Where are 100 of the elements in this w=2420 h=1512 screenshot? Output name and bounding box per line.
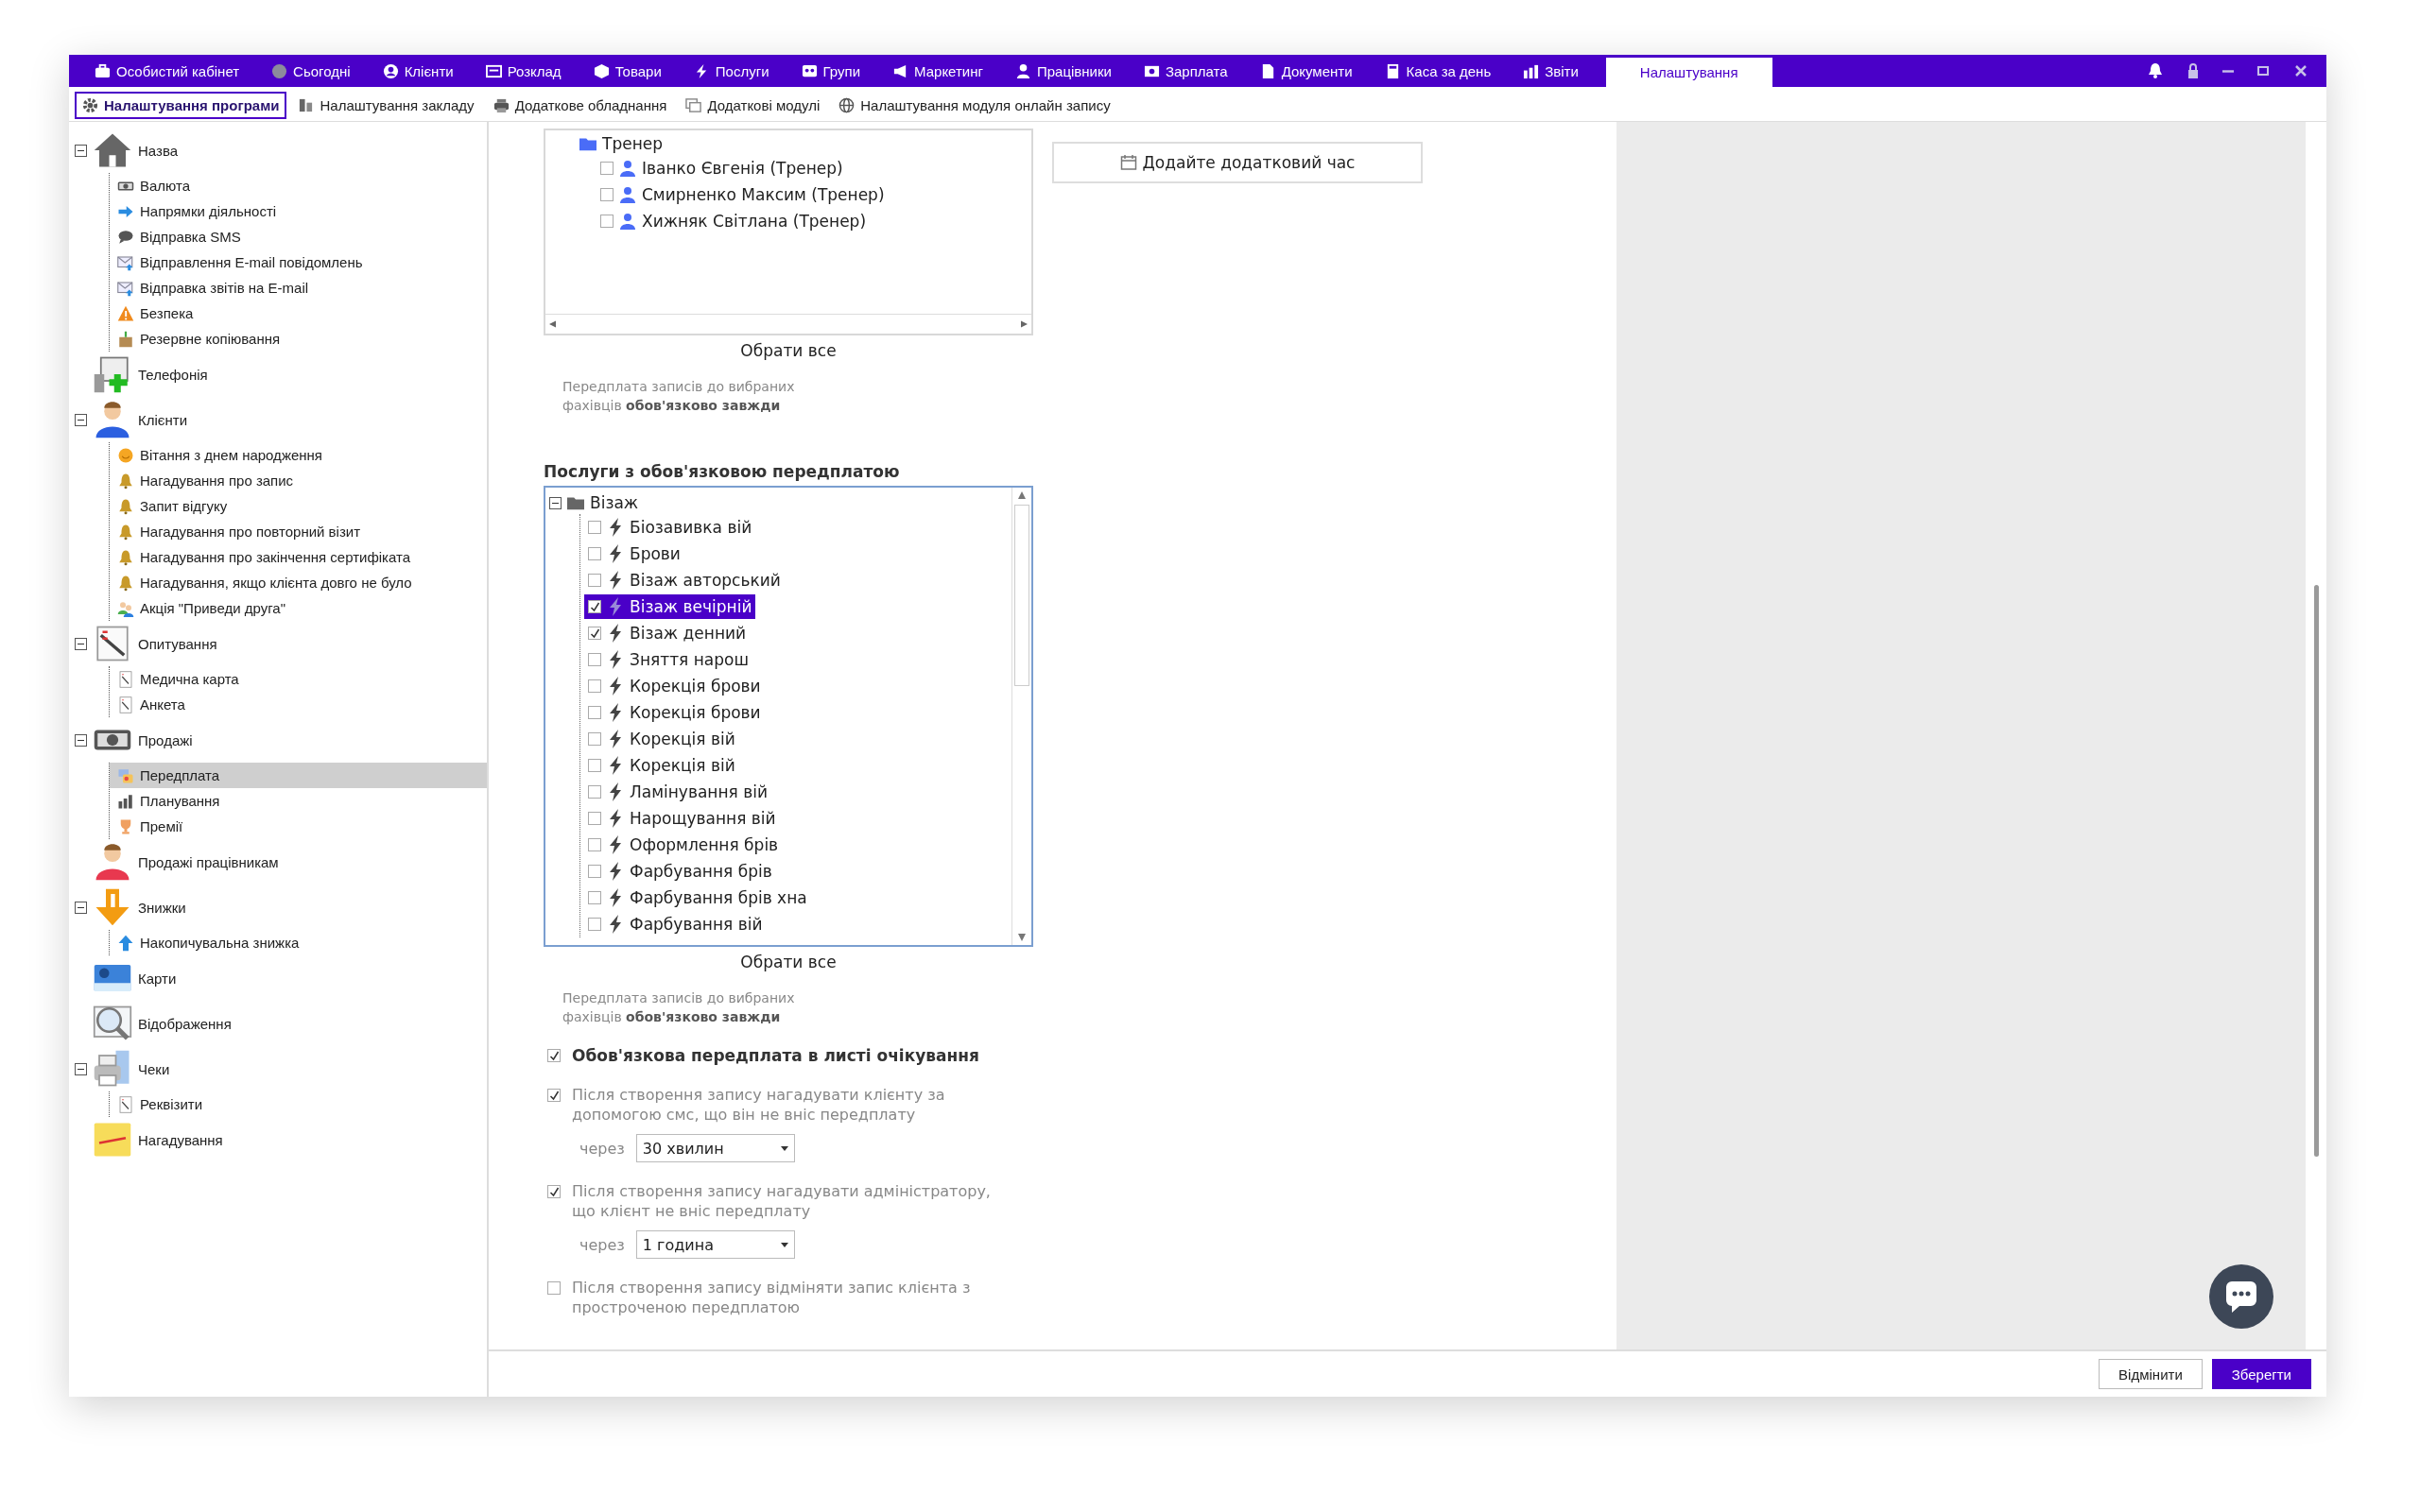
- checkbox[interactable]: [588, 891, 601, 904]
- tree-item[interactable]: Відправлення E-mail повідомлень: [110, 249, 487, 275]
- tree-item[interactable]: Нагадування, якщо клієнта довго не було: [110, 570, 487, 595]
- service-item[interactable]: Зняття нарош: [584, 647, 752, 672]
- tree-item[interactable]: Напрямки діяльності: [110, 198, 487, 224]
- tree-item[interactable]: Клієнти: [69, 397, 487, 442]
- checkbox[interactable]: [588, 759, 601, 772]
- tree-item[interactable]: Знижки: [69, 885, 487, 930]
- nav-tab[interactable]: Каса за день: [1368, 55, 1508, 87]
- checkbox[interactable]: [600, 162, 614, 175]
- checkbox[interactable]: [547, 1049, 561, 1062]
- cancel-button[interactable]: Відмінити: [2099, 1359, 2203, 1389]
- checkbox[interactable]: [588, 732, 601, 746]
- checkbox[interactable]: [547, 1089, 561, 1102]
- tree-item[interactable]: Телефонія: [69, 352, 487, 397]
- collapse-toggle[interactable]: [75, 413, 87, 426]
- nav-tab[interactable]: Маркетинг: [876, 55, 999, 87]
- vertical-scrollbar[interactable]: [1011, 488, 1031, 945]
- service-item[interactable]: Корекція вій: [584, 727, 739, 751]
- nav-tab[interactable]: Звіти: [1507, 55, 1595, 87]
- tree-item[interactable]: Назва: [69, 128, 487, 173]
- tree-item[interactable]: Відправка звітів на E-mail: [110, 275, 487, 301]
- checkbox[interactable]: [547, 1185, 561, 1198]
- service-item[interactable]: Візаж вечірній: [584, 594, 756, 619]
- checkbox[interactable]: [588, 785, 601, 799]
- tree-item[interactable]: Анкета: [110, 692, 487, 717]
- checkbox[interactable]: [588, 521, 601, 534]
- service-item[interactable]: Брови: [584, 541, 684, 566]
- tree-item[interactable]: Безпека: [110, 301, 487, 326]
- select-all-link[interactable]: Обрати все: [544, 341, 1033, 360]
- settings-tab[interactable]: Додаткові модулі: [678, 91, 828, 119]
- delay-dropdown[interactable]: 30 хвилин: [635, 1134, 795, 1162]
- checkbox[interactable]: [588, 679, 601, 693]
- tree-item[interactable]: Продажі працівникам: [69, 839, 487, 885]
- checkbox[interactable]: [588, 918, 601, 931]
- settings-tab[interactable]: Додаткове обладнання: [485, 91, 675, 119]
- checkbox[interactable]: [588, 838, 601, 851]
- checkbox[interactable]: [588, 812, 601, 825]
- nav-tab[interactable]: Зарплата: [1127, 55, 1244, 87]
- checkbox[interactable]: [588, 653, 601, 666]
- tree-item[interactable]: Карти: [69, 955, 487, 1001]
- nav-tab[interactable]: Клієнти: [366, 55, 470, 87]
- nav-tab[interactable]: Послуги: [677, 55, 786, 87]
- tree-item[interactable]: Медична карта: [110, 666, 487, 692]
- scrollbar-thumb[interactable]: [2313, 585, 2319, 1157]
- tree-item[interactable]: Резервне копіювання: [110, 326, 487, 352]
- chat-icon[interactable]: [2209, 1264, 2273, 1329]
- tree-item[interactable]: Премії: [110, 814, 487, 839]
- tree-item[interactable]: Відправка SMS: [110, 224, 487, 249]
- service-item[interactable]: Фарбування вій: [584, 912, 767, 936]
- tree-item[interactable]: Чеки: [69, 1046, 487, 1091]
- collapse-toggle[interactable]: [549, 496, 562, 509]
- save-button[interactable]: Зберегти: [2211, 1359, 2311, 1389]
- nav-tab[interactable]: Працівники: [998, 55, 1128, 87]
- checkbox[interactable]: [600, 188, 614, 201]
- service-item[interactable]: Візаж авторський: [584, 568, 785, 593]
- checkbox[interactable]: [547, 1281, 561, 1295]
- nav-tab[interactable]: Групи: [785, 55, 877, 87]
- delay-dropdown[interactable]: 1 година: [635, 1230, 795, 1259]
- collapse-toggle[interactable]: [75, 637, 87, 650]
- service-item[interactable]: Оформлення брів: [584, 833, 783, 857]
- scroll-arrow-icon[interactable]: [549, 319, 556, 329]
- service-item[interactable]: Візаж денний: [584, 621, 751, 645]
- tree-item[interactable]: Вітання з днем народження: [110, 442, 487, 468]
- tree-item[interactable]: Нагадування про закінчення сертифіката: [110, 544, 487, 570]
- tree-item[interactable]: Планування: [110, 788, 487, 814]
- service-item[interactable]: Нарощування вій: [584, 806, 780, 831]
- settings-tab[interactable]: Налаштування програми: [75, 91, 287, 119]
- checkbox[interactable]: [588, 865, 601, 878]
- checkbox[interactable]: [600, 215, 614, 228]
- service-item[interactable]: Корекція брови: [584, 674, 765, 698]
- scrollbar-thumb[interactable]: [1014, 505, 1029, 686]
- tree-item[interactable]: Відображення: [69, 1001, 487, 1046]
- service-item[interactable]: Фарбування брів: [584, 859, 776, 884]
- nav-tab[interactable]: Документи: [1243, 55, 1369, 87]
- tree-item[interactable]: Опитування: [69, 621, 487, 666]
- tree-item[interactable]: Накопичувальна знижка: [110, 930, 487, 955]
- collapse-toggle[interactable]: [75, 733, 87, 747]
- service-item[interactable]: Фарбування брів хна: [584, 885, 811, 910]
- service-item[interactable]: Біозавивка вій: [584, 515, 756, 540]
- collapse-toggle[interactable]: [75, 901, 87, 914]
- checkbox[interactable]: [588, 600, 601, 613]
- collapse-toggle[interactable]: [75, 1062, 87, 1075]
- checkbox[interactable]: [588, 706, 601, 719]
- tree-item[interactable]: Нагадування: [69, 1117, 487, 1162]
- tree-item[interactable]: Нагадування про запис: [110, 468, 487, 493]
- add-time-button[interactable]: Додайте додатковий час: [1052, 142, 1423, 183]
- tree-item[interactable]: Нагадування про повторний візит: [110, 519, 487, 544]
- service-item[interactable]: Корекція брови: [584, 700, 765, 725]
- scroll-arrow-icon[interactable]: [1017, 934, 1027, 941]
- scroll-arrow-icon[interactable]: [1021, 319, 1028, 329]
- service-item[interactable]: Корекція вій: [584, 753, 739, 778]
- checkbox[interactable]: [588, 574, 601, 587]
- select-all-link[interactable]: Обрати все: [544, 953, 1033, 971]
- settings-tab[interactable]: Налаштування закладу: [290, 91, 482, 119]
- service-item[interactable]: Ламінування вій: [584, 780, 771, 804]
- nav-tab[interactable]: Розклад: [469, 55, 578, 87]
- settings-tab[interactable]: Налаштування модуля онлайн запису: [831, 91, 1118, 119]
- nav-tab[interactable]: Сьогодні: [255, 55, 367, 87]
- nav-tab[interactable]: Налаштування: [1605, 58, 1772, 87]
